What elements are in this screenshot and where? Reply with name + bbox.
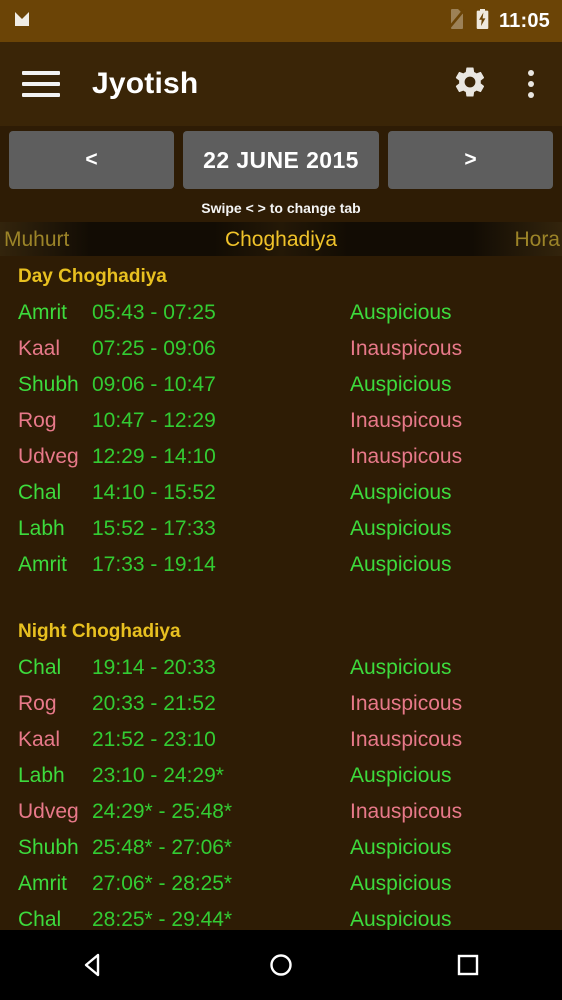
- date-navigation: < 22 JUNE 2015 >: [0, 126, 562, 194]
- status-badge: Auspicious: [350, 553, 452, 577]
- hamburger-menu-icon[interactable]: [22, 71, 60, 97]
- choghadiya-name: Labh: [18, 517, 65, 541]
- status-badge: Auspicious: [350, 656, 452, 680]
- table-row[interactable]: Rog 10:47 - 12:29 Inauspicous: [0, 403, 562, 439]
- status-bar: 11:05: [0, 0, 562, 42]
- choghadiya-name: Amrit: [18, 301, 67, 325]
- table-row[interactable]: Amrit 17:33 - 19:14 Auspicious: [0, 547, 562, 583]
- choghadiya-name: Udveg: [18, 445, 79, 469]
- status-badge: Inauspicous: [350, 692, 463, 716]
- table-row[interactable]: Shubh 09:06 - 10:47 Auspicious: [0, 367, 562, 403]
- swipe-hint-text: Swipe < > to change tab: [201, 200, 361, 216]
- android-nav-bar: [0, 930, 562, 1000]
- choghadiya-name: Chal: [18, 656, 62, 680]
- app-bar: Jyotish: [0, 42, 562, 126]
- table-row[interactable]: Udveg 24:29* - 25:48* Inauspicous: [0, 794, 562, 830]
- choghadiya-time-range: 09:06 - 10:47: [92, 373, 216, 397]
- choghadiya-time-range: 15:52 - 17:33: [92, 517, 216, 541]
- table-row[interactable]: Chal 19:14 - 20:33 Auspicious: [0, 650, 562, 686]
- status-badge: Auspicious: [350, 517, 452, 541]
- page-title: Jyotish: [92, 67, 199, 100]
- table-row[interactable]: Udveg 12:29 - 14:10 Inauspicous: [0, 439, 562, 475]
- night-rows-container: Chal 19:14 - 20:33 Auspicious Rog 20:33 - 21…: [0, 650, 562, 930]
- table-row[interactable]: Labh 23:10 - 24:29* Auspicious: [0, 758, 562, 794]
- day-section-header: Day Choghadiya: [18, 266, 167, 287]
- overflow-menu-icon[interactable]: [522, 68, 540, 100]
- table-row[interactable]: Amrit 27:06* - 28:25* Auspicious: [0, 866, 562, 902]
- choghadiya-time-range: 25:48* - 27:06*: [92, 836, 233, 860]
- table-row[interactable]: Labh 15:52 - 17:33 Auspicious: [0, 511, 562, 547]
- table-row[interactable]: Rog 20:33 - 21:52 Inauspicous: [0, 686, 562, 722]
- choghadiya-name: Shubh: [18, 373, 79, 397]
- status-badge: Auspicious: [350, 301, 452, 325]
- choghadiya-name: Rog: [18, 409, 57, 433]
- gear-icon[interactable]: [452, 64, 488, 105]
- tab-bar: Muhurt Choghadiya Hora: [0, 222, 562, 256]
- previous-day-button[interactable]: <: [9, 131, 174, 189]
- table-row[interactable]: Chal 14:10 - 15:52 Auspicious: [0, 475, 562, 511]
- choghadiya-time-range: 19:14 - 20:33: [92, 656, 216, 680]
- choghadiya-time-range: 17:33 - 19:14: [92, 553, 216, 577]
- choghadiya-name: Kaal: [18, 337, 61, 361]
- choghadiya-time-range: 23:10 - 24:29*: [92, 764, 224, 788]
- tab-hora[interactable]: Hora: [514, 229, 560, 250]
- back-triangle-icon[interactable]: [49, 930, 139, 1000]
- night-section-header: Night Choghadiya: [18, 620, 181, 642]
- status-badge: Auspicious: [350, 872, 452, 896]
- status-badge: Inauspicous: [350, 800, 463, 824]
- status-notifications: [12, 9, 32, 34]
- status-badge: Inauspicous: [350, 409, 463, 433]
- choghadiya-name: Amrit: [18, 872, 67, 896]
- choghadiya-name: Labh: [18, 764, 65, 788]
- choghadiya-time-range: 10:47 - 12:29: [92, 409, 216, 433]
- choghadiya-time-range: 24:29* - 25:48*: [92, 800, 233, 824]
- choghadiya-name: Rog: [18, 692, 57, 716]
- choghadiya-time-range: 07:25 - 09:06: [92, 337, 216, 361]
- table-row[interactable]: Chal 28:25* - 29:44* Auspicious: [0, 902, 562, 930]
- status-badge: Auspicious: [350, 908, 452, 930]
- choghadiya-time-range: 20:33 - 21:52: [92, 692, 216, 716]
- choghadiya-time-range: 14:10 - 15:52: [92, 481, 216, 505]
- choghadiya-name: Amrit: [18, 553, 67, 577]
- status-badge: Auspicious: [350, 836, 452, 860]
- choghadiya-time-range: 12:29 - 14:10: [92, 445, 216, 469]
- day-rows-container: Amrit 05:43 - 07:25 Auspicious Kaal 07:25 - …: [0, 295, 562, 583]
- recents-square-icon[interactable]: [423, 930, 513, 1000]
- status-badge: Inauspicous: [350, 728, 463, 752]
- no-sim-icon: [447, 8, 466, 35]
- choghadiya-name: Shubh: [18, 836, 79, 860]
- choghadiya-name: Chal: [18, 908, 62, 930]
- choghadiya-name: Kaal: [18, 728, 61, 752]
- home-circle-icon[interactable]: [236, 930, 326, 1000]
- status-badge: Inauspicous: [350, 445, 463, 469]
- choghadiya-time-range: 21:52 - 23:10: [92, 728, 216, 752]
- phone-screen: 11:05 Jyotish < 22 JUNE 2015 > Swipe < >…: [0, 0, 562, 1000]
- status-clock: 11:05: [498, 10, 550, 32]
- status-badge: Auspicious: [350, 373, 452, 397]
- battery-charging-icon: [475, 8, 490, 35]
- app-bar-actions: [452, 64, 540, 105]
- table-row[interactable]: Kaal 21:52 - 23:10 Inauspicous: [0, 722, 562, 758]
- mail-icon: [12, 9, 32, 34]
- choghadiya-name: Chal: [18, 481, 62, 505]
- choghadiya-time-range: 28:25* - 29:44*: [92, 908, 233, 930]
- choghadiya-time-range: 05:43 - 07:25: [92, 301, 216, 325]
- choghadiya-name: Udveg: [18, 800, 79, 824]
- table-row[interactable]: Shubh 25:48* - 27:06* Auspicious: [0, 830, 562, 866]
- table-row[interactable]: Kaal 07:25 - 09:06 Inauspicous: [0, 331, 562, 367]
- status-badge: Auspicious: [350, 764, 452, 788]
- next-day-button[interactable]: >: [388, 131, 553, 189]
- date-picker-button[interactable]: 22 JUNE 2015: [183, 131, 379, 189]
- status-system-icons: 11:05: [447, 8, 550, 35]
- table-row[interactable]: Amrit 05:43 - 07:25 Auspicious: [0, 295, 562, 331]
- choghadiya-list[interactable]: Day Choghadiya Amrit 05:43 - 07:25 Auspici…: [0, 256, 562, 930]
- status-badge: Auspicious: [350, 481, 452, 505]
- choghadiya-time-range: 27:06* - 28:25*: [92, 872, 233, 896]
- tab-choghadiya[interactable]: Choghadiya: [0, 229, 562, 250]
- status-badge: Inauspicous: [350, 337, 463, 361]
